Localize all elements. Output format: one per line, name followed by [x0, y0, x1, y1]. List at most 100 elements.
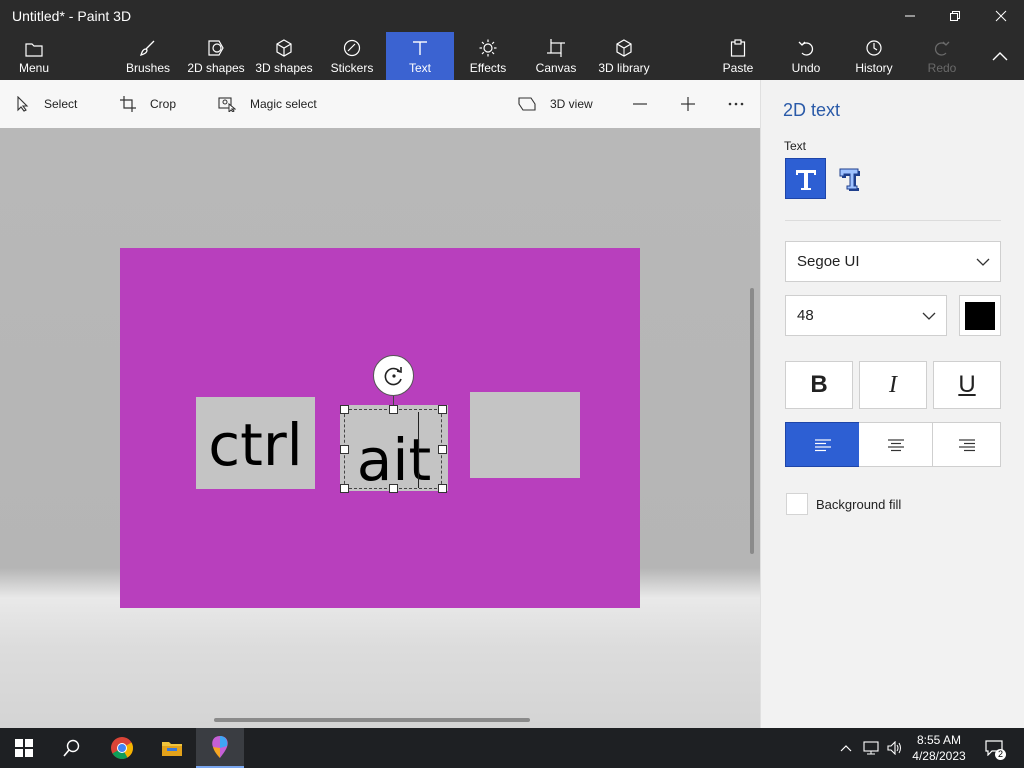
workspace[interactable]: ctrl ait	[0, 128, 760, 728]
font-family-dropdown[interactable]: Segoe UI	[785, 241, 1001, 282]
2d-shapes-tab[interactable]: 2D shapes	[184, 32, 248, 80]
magic-select-icon	[218, 97, 236, 112]
notification-count-badge: 2	[994, 749, 1006, 760]
show-hidden-icons-button[interactable]	[836, 728, 856, 768]
redo-button[interactable]: Redo	[920, 32, 964, 80]
brushes-label: Brushes	[125, 61, 171, 75]
horizontal-scrollbar[interactable]	[214, 718, 530, 722]
text-box-ctrl-content: ctrl	[208, 411, 303, 479]
align-right-icon	[958, 438, 975, 451]
paste-clipboard-icon	[730, 39, 746, 57]
menu-button[interactable]: Menu	[8, 32, 60, 80]
menu-label: Menu	[18, 61, 50, 75]
file-explorer-taskbar-button[interactable]	[148, 728, 196, 768]
redo-icon	[934, 41, 950, 56]
magic-select-tool[interactable]: Magic select	[218, 80, 317, 128]
network-tray-button[interactable]	[860, 728, 882, 768]
text-tab[interactable]: Text	[386, 32, 454, 80]
more-options-button[interactable]	[726, 80, 746, 128]
chrome-icon	[111, 737, 133, 759]
2d-text-type-button[interactable]	[785, 158, 826, 199]
title-bar: Untitled* - Paint 3D	[0, 0, 1024, 32]
text-caret	[418, 412, 419, 488]
font-size-dropdown[interactable]: 48	[785, 295, 947, 336]
start-button[interactable]	[0, 728, 48, 768]
search-icon	[63, 739, 80, 757]
text-tool-icon	[413, 41, 427, 55]
minimize-button[interactable]	[887, 0, 933, 32]
resize-handle-bottom-left[interactable]	[340, 484, 349, 493]
select-tool[interactable]: Select	[16, 80, 77, 128]
3d-library-tab[interactable]: 3D library	[594, 32, 654, 80]
paint3d-taskbar-button[interactable]	[196, 728, 244, 768]
brush-icon	[139, 40, 155, 57]
align-right-button[interactable]	[932, 422, 1001, 467]
volume-icon	[887, 741, 901, 755]
drawing-canvas[interactable]: ctrl ait	[120, 248, 640, 608]
2d-shapes-label: 2D shapes	[187, 61, 245, 75]
resize-handle-right[interactable]	[438, 445, 447, 454]
2d-shapes-icon	[208, 40, 224, 56]
history-button[interactable]: History	[848, 32, 900, 80]
effects-tab[interactable]: Effects	[464, 32, 512, 80]
restore-button[interactable]	[932, 0, 978, 32]
resize-handle-bottom-right[interactable]	[438, 484, 447, 493]
resize-handle-left[interactable]	[340, 445, 349, 454]
align-center-button[interactable]	[859, 422, 933, 467]
vertical-scrollbar[interactable]	[750, 288, 754, 554]
align-center-icon	[888, 438, 904, 451]
italic-glyph: I	[889, 371, 897, 398]
text-color-picker[interactable]	[959, 295, 1001, 336]
cursor-arrow-icon	[17, 96, 29, 112]
toolbar: Select Crop Magic select 3D view	[0, 80, 760, 128]
3d-shapes-tab[interactable]: 3D shapes	[252, 32, 316, 80]
undo-label: Undo	[791, 61, 821, 75]
brushes-tab[interactable]: Brushes	[122, 32, 174, 80]
3d-text-type-button[interactable]	[835, 162, 865, 196]
text-box-empty[interactable]	[470, 392, 580, 478]
background-fill-label: Background fill	[816, 497, 902, 512]
chevron-down-icon	[922, 312, 936, 320]
taskbar-clock[interactable]: 8:55 AM 4/28/2023	[906, 732, 972, 764]
paint3d-icon	[212, 736, 228, 758]
stickers-tab[interactable]: Stickers	[326, 32, 378, 80]
windows-logo-icon	[15, 739, 33, 757]
bold-button[interactable]: B	[785, 361, 853, 409]
restore-icon	[950, 11, 960, 21]
plus-icon	[681, 97, 695, 111]
collapse-ribbon-button[interactable]	[980, 32, 1020, 80]
undo-button[interactable]: Undo	[784, 32, 828, 80]
align-left-button[interactable]	[785, 422, 860, 467]
resize-handle-top[interactable]	[389, 405, 398, 414]
resize-handle-top-right[interactable]	[438, 405, 447, 414]
close-button[interactable]	[978, 0, 1024, 32]
italic-button[interactable]: I	[859, 361, 927, 409]
text-box-ctrl[interactable]: ctrl	[196, 397, 315, 489]
action-center-button[interactable]: 2	[976, 728, 1012, 768]
3d-view-label: 3D view	[550, 97, 593, 111]
3d-view-icon	[518, 97, 536, 111]
rotate-handle[interactable]	[373, 355, 414, 396]
search-button[interactable]	[48, 728, 96, 768]
minus-icon	[633, 103, 647, 105]
canvas-icon	[547, 39, 565, 57]
folder-icon	[162, 742, 182, 756]
3d-view-toggle[interactable]: 3D view	[518, 80, 593, 128]
chevron-up-icon	[840, 745, 852, 752]
zoom-out-button[interactable]	[630, 80, 650, 128]
canvas-tab[interactable]: Canvas	[532, 32, 580, 80]
undo-icon	[798, 41, 814, 56]
zoom-in-button[interactable]	[678, 80, 698, 128]
chrome-taskbar-button[interactable]	[98, 728, 146, 768]
selection-frame	[344, 409, 442, 489]
resize-handle-top-left[interactable]	[340, 405, 349, 414]
crop-tool[interactable]: Crop	[120, 80, 176, 128]
volume-tray-button[interactable]	[884, 728, 906, 768]
resize-handle-bottom[interactable]	[389, 484, 398, 493]
background-fill-checkbox[interactable]	[786, 493, 808, 515]
select-label: Select	[44, 97, 78, 111]
taskbar: 8:55 AM 4/28/2023 2	[0, 728, 1024, 768]
stickers-label: Stickers	[330, 61, 374, 75]
paste-button[interactable]: Paste	[716, 32, 760, 80]
underline-button[interactable]: U	[933, 361, 1001, 409]
